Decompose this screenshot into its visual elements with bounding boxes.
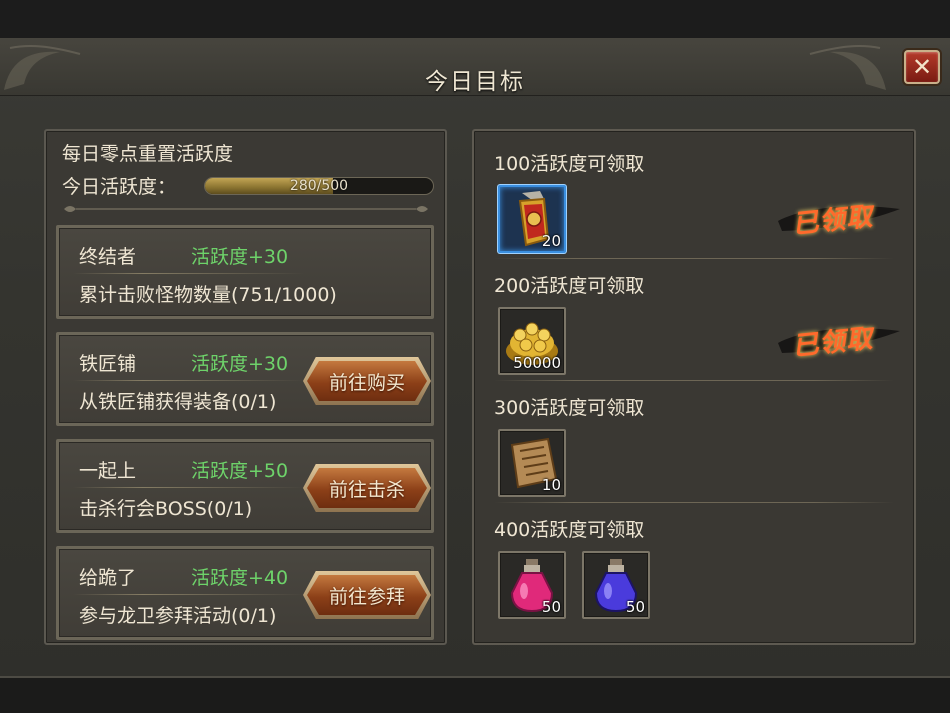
go-worship-button[interactable]: 前往参拜: [307, 575, 427, 615]
reward-tier-title: 200活跃度可领取: [494, 275, 645, 297]
reward-tier: 100活跃度可领取 20 已领取: [474, 137, 914, 259]
item-count: 50: [541, 598, 561, 616]
item-count: 10: [541, 476, 561, 494]
rewards-panel: 100活跃度可领取 20 已领取 200活跃度可领取 50000 已领取 300…: [472, 129, 916, 645]
task-points: 活跃度+40: [191, 567, 289, 589]
task-name: 一起上: [79, 460, 137, 482]
task-name: 终结者: [79, 246, 137, 268]
task-name: 给跪了: [79, 567, 137, 589]
activity-progress-bar: 280/500: [204, 176, 434, 195]
item-count: 50000: [513, 354, 561, 372]
bottom-bar: [0, 678, 950, 713]
task-description: 参与龙卫参拜活动(0/1): [79, 605, 277, 627]
activity-summary: 每日零点重置活跃度 今日活跃度： 280/500: [62, 139, 434, 199]
task-description: 累计击败怪物数量(751/1000): [79, 284, 337, 306]
task-divider: [73, 594, 305, 595]
reward-item-slot[interactable]: 50: [498, 551, 566, 619]
claimed-stamp: 已领取: [774, 313, 904, 363]
task-description: 从铁匠铺获得装备(0/1): [79, 391, 277, 413]
tasks-panel: 每日零点重置活跃度 今日活跃度： 280/500 终结者 活跃度+30 累计击败…: [44, 129, 447, 645]
task-card: 终结者 活跃度+30 累计击败怪物数量(751/1000): [56, 225, 434, 319]
reward-item-slot[interactable]: 50: [582, 551, 650, 619]
item-count: 50: [625, 598, 645, 616]
task-card: 一起上 活跃度+50 击杀行会BOSS(0/1) 前往击杀: [56, 439, 434, 533]
item-count: 20: [541, 232, 561, 250]
reset-notice: 每日零点重置活跃度: [62, 143, 234, 165]
reward-tier-title: 400活跃度可领取: [494, 519, 645, 541]
task-points: 活跃度+30: [191, 246, 289, 268]
task-divider: [73, 487, 305, 488]
task-divider: [73, 380, 305, 381]
window-title: 今日目标: [425, 69, 525, 95]
task-card: 给跪了 活跃度+40 参与龙卫参拜活动(0/1) 前往参拜: [56, 546, 434, 640]
reward-item-slot[interactable]: 10: [498, 429, 566, 497]
task-divider: [73, 273, 305, 274]
claimed-stamp: 已领取: [774, 191, 904, 241]
task-points: 活跃度+30: [191, 353, 289, 375]
reward-tier-title: 100活跃度可领取: [494, 153, 645, 175]
reward-tier-title: 300活跃度可领取: [494, 397, 645, 419]
activity-label: 今日活跃度：: [62, 176, 177, 198]
reward-tier: 300活跃度可领取 10: [474, 381, 914, 503]
activity-progress-text: 280/500: [289, 177, 349, 194]
go-kill-button[interactable]: 前往击杀: [307, 468, 427, 508]
task-description: 击杀行会BOSS(0/1): [79, 498, 253, 520]
task-card: 铁匠铺 活跃度+30 从铁匠铺获得装备(0/1) 前往购买: [56, 332, 434, 426]
reward-tier: 400活跃度可领取 50 50: [474, 503, 914, 625]
reward-item-slot[interactable]: 50000: [498, 307, 566, 375]
close-button[interactable]: ✕: [904, 50, 940, 84]
section-divider: [64, 206, 428, 212]
close-icon: ✕: [911, 53, 933, 81]
reward-tier: 200活跃度可领取 50000 已领取: [474, 259, 914, 381]
task-points: 活跃度+50: [191, 460, 289, 482]
task-name: 铁匠铺: [79, 353, 137, 375]
go-buy-button[interactable]: 前往购买: [307, 361, 427, 401]
reward-item-slot[interactable]: 20: [498, 185, 566, 253]
